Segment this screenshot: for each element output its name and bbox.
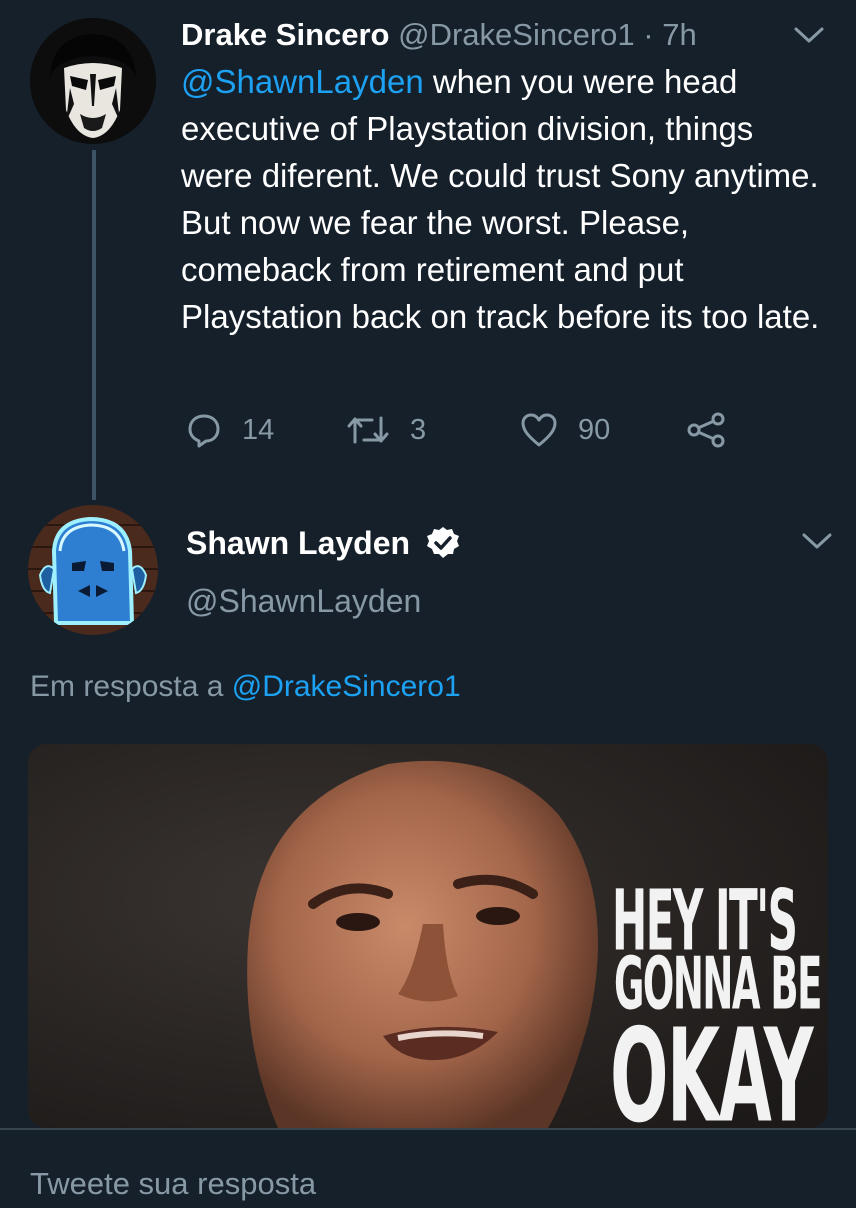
- like-count: 90: [578, 413, 611, 446]
- reply-count: 14: [242, 413, 275, 446]
- reply-button[interactable]: 14: [186, 410, 274, 450]
- avatar-shawn-layden[interactable]: [28, 505, 158, 635]
- reply-to-link[interactable]: @DrakeSincero1: [232, 670, 461, 703]
- share-icon: [686, 412, 726, 448]
- tweet1-author-name[interactable]: Drake Sincero: [181, 17, 390, 52]
- retweet-icon: [346, 412, 390, 448]
- reply-icon: [186, 412, 222, 448]
- tweet2-media-image[interactable]: HEY IT'S GONNA BE OKAY: [28, 744, 828, 1128]
- tweet1-separator: ·: [643, 17, 654, 52]
- verified-badge-icon: [426, 526, 460, 560]
- tweet1-author-handle[interactable]: @DrakeSincero1: [398, 17, 635, 52]
- thread-line: [92, 150, 96, 500]
- chevron-down-icon[interactable]: [792, 24, 826, 46]
- retweet-button[interactable]: 3: [346, 410, 426, 450]
- tweet1-mention-link[interactable]: @ShawnLayden: [181, 63, 424, 100]
- tweet1-text: @ShawnLayden when you were head executiv…: [181, 58, 831, 340]
- like-icon: [520, 412, 558, 448]
- share-button[interactable]: [686, 410, 726, 450]
- tweet1-timestamp[interactable]: 7h: [662, 17, 696, 52]
- chevron-down-icon[interactable]: [800, 530, 834, 552]
- media-caption-line3: OKAY: [610, 1002, 813, 1128]
- reply-input[interactable]: Tweete sua resposta: [30, 1160, 316, 1208]
- like-button[interactable]: 90: [520, 410, 610, 450]
- reply-bar-divider: [0, 1128, 856, 1130]
- tweet1-body-text: when you were head executive of Playstat…: [181, 63, 820, 335]
- tweet2-author-name[interactable]: Shawn Layden: [186, 520, 410, 566]
- tweet2-author-handle[interactable]: @ShawnLayden: [186, 578, 421, 624]
- retweet-count: 3: [410, 413, 427, 446]
- reply-context-prefix: Em resposta a: [30, 670, 232, 703]
- reply-context: Em resposta a @DrakeSincero1: [30, 664, 461, 710]
- avatar-drake-sincero[interactable]: [30, 18, 156, 144]
- tweet1-header: Drake Sincero @DrakeSincero1 · 7h: [181, 12, 697, 58]
